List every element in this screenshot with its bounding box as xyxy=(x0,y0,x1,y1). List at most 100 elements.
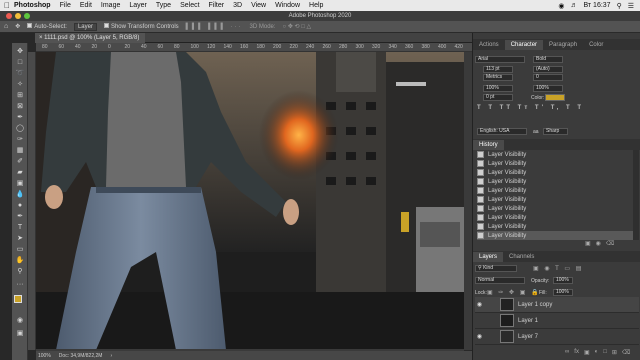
more-tools-icon[interactable]: ··· xyxy=(15,279,25,289)
camera-icon[interactable]: ◉ xyxy=(596,240,601,247)
home-icon[interactable]: ⌂ xyxy=(4,23,8,30)
lasso-icon[interactable]: ➰ xyxy=(15,68,25,78)
tab-layers[interactable]: Layers xyxy=(473,252,504,262)
tab-history[interactable]: History xyxy=(473,140,504,150)
mask-icon[interactable]: ▣ xyxy=(584,349,590,356)
history-item[interactable]: Layer Visibility xyxy=(477,168,633,177)
layer-row-layer-7[interactable]: ◉ Layer 7 xyxy=(475,329,639,345)
snapshot-icon[interactable]: ▣ xyxy=(585,240,591,247)
brush-icon[interactable]: ✑ xyxy=(15,134,25,144)
new-layer-icon[interactable]: ⊞ xyxy=(612,349,617,356)
doc-size[interactable]: Doc: 34,9M/822,2M xyxy=(59,353,103,359)
tab-channels[interactable]: Channels xyxy=(503,252,540,262)
3d-mode-icons[interactable]: ○ ✥ ⟲ □ △ xyxy=(283,23,312,30)
text-color-swatch[interactable] xyxy=(545,94,565,101)
layer-row-layer-1[interactable]: Layer 1 xyxy=(475,313,639,329)
shape-icon[interactable]: ▭ xyxy=(15,244,25,254)
eyedropper-icon[interactable]: ✒ xyxy=(15,112,25,122)
menu-select[interactable]: Select xyxy=(180,2,199,9)
folder-icon[interactable]: □ xyxy=(603,349,607,356)
quick-mask-icon[interactable]: ◉ xyxy=(15,315,25,325)
language-field[interactable]: English: USA xyxy=(477,128,527,135)
document-tab[interactable]: × 1111.psd @ 100% (Layer 5, RGB/8) xyxy=(35,33,146,43)
history-item[interactable]: Layer Visibility xyxy=(477,177,633,186)
history-scrollbar[interactable] xyxy=(633,150,639,240)
align-icons[interactable]: ▌▌▌ ▌▌▌ ··· xyxy=(186,24,243,30)
eye-icon[interactable]: ◉ xyxy=(475,333,484,340)
clock[interactable]: Вт 16:37 xyxy=(583,2,610,9)
vertical-scale-field[interactable]: 100% xyxy=(483,85,513,92)
lock-icons[interactable]: ▣ ✑ ✥ ▣ 🔒 xyxy=(487,289,541,296)
tab-actions[interactable]: Actions xyxy=(473,40,505,50)
history-brush-icon[interactable]: ✐ xyxy=(15,156,25,166)
history-item[interactable]: Layer Visibility xyxy=(477,186,633,195)
auto-select-checkbox[interactable]: Auto-Select: xyxy=(27,23,67,30)
pen-icon[interactable]: ✒ xyxy=(15,211,25,221)
wifi-icon[interactable]: ◉ xyxy=(558,2,564,10)
type-icon[interactable]: T xyxy=(15,222,25,232)
adjustment-icon[interactable]: ◐ xyxy=(595,349,599,356)
apple-icon[interactable]:  xyxy=(0,1,14,10)
screen-mode-icon[interactable]: ▣ xyxy=(15,328,25,338)
kerning-field[interactable]: Metrics xyxy=(483,74,513,81)
tab-color[interactable]: Color xyxy=(583,40,609,50)
menu-type[interactable]: Type xyxy=(156,2,171,9)
type-style-buttons[interactable]: T T TT Tт T' T, T T xyxy=(477,105,584,111)
leading-field[interactable]: (Auto) xyxy=(533,66,563,73)
layer-name[interactable]: Layer 1 xyxy=(518,318,538,324)
horizontal-scale-field[interactable]: 100% xyxy=(533,85,563,92)
minimize-icon[interactable] xyxy=(15,13,21,19)
tab-character[interactable]: Character xyxy=(504,40,544,50)
path-select-icon[interactable]: ➤ xyxy=(15,233,25,243)
menu-layer[interactable]: Layer xyxy=(129,2,147,9)
history-trash-icon[interactable]: ⌫ xyxy=(606,240,614,247)
frame-icon[interactable]: ⊠ xyxy=(15,101,25,111)
quick-select-icon[interactable]: ✧ xyxy=(15,79,25,89)
font-size-field[interactable]: 113 pt xyxy=(483,66,513,73)
status-arrow-icon[interactable]: › xyxy=(110,353,112,359)
layer-name[interactable]: Layer 7 xyxy=(518,334,538,340)
menu-image[interactable]: Image xyxy=(101,2,120,9)
fill-field[interactable]: 100% xyxy=(553,289,573,296)
history-item[interactable]: Layer Visibility xyxy=(477,231,633,240)
move-icon[interactable]: ✥ xyxy=(15,46,25,56)
canvas-vertical-scrollbar[interactable] xyxy=(464,52,472,350)
font-style-field[interactable]: Bold xyxy=(533,56,563,63)
search-icon[interactable]: ⚲ xyxy=(617,2,622,10)
menu-help[interactable]: Help xyxy=(309,2,323,9)
document-canvas[interactable] xyxy=(36,52,464,350)
crop-icon[interactable]: ⊞ xyxy=(15,90,25,100)
menu-edit[interactable]: Edit xyxy=(80,2,92,9)
tracking-field[interactable]: 0 xyxy=(533,74,563,81)
baseline-shift-field[interactable]: 0 pt xyxy=(483,94,513,101)
eraser-icon[interactable]: ▰ xyxy=(15,167,25,177)
move-tool-preset-icon[interactable]: ✥ xyxy=(15,23,20,30)
zoom-level[interactable]: 100% xyxy=(38,353,51,359)
marquee-icon[interactable]: □ xyxy=(15,57,25,67)
menu-app[interactable]: Photoshop xyxy=(14,2,51,9)
zoom-window-icon[interactable] xyxy=(24,13,30,19)
history-item[interactable]: Layer Visibility xyxy=(477,213,633,222)
menu-file[interactable]: File xyxy=(60,2,71,9)
blur-icon[interactable]: 💧 xyxy=(15,189,25,199)
history-item[interactable]: Layer Visibility xyxy=(477,195,633,204)
history-item[interactable]: Layer Visibility xyxy=(477,204,633,213)
menu-3d[interactable]: 3D xyxy=(233,2,242,9)
fx-icon[interactable]: fx xyxy=(574,349,579,356)
menu-list-icon[interactable]: ☰ xyxy=(628,2,634,10)
gradient-icon[interactable]: ▣ xyxy=(15,178,25,188)
tab-paragraph[interactable]: Paragraph xyxy=(543,40,583,50)
sound-icon[interactable]: ♬ xyxy=(570,2,577,9)
layer-kind-filter[interactable]: ⚲ Kind xyxy=(475,265,517,272)
foreground-color-swatch[interactable] xyxy=(14,295,22,303)
link-icon[interactable]: ∞ xyxy=(565,349,569,356)
menu-filter[interactable]: Filter xyxy=(209,2,225,9)
hand-icon[interactable]: ✋ xyxy=(15,255,25,265)
layers-trash-icon[interactable]: ⌫ xyxy=(622,349,630,356)
stamp-icon[interactable]: ▦ xyxy=(15,145,25,155)
layer-name[interactable]: Layer 1 copy xyxy=(518,302,552,308)
menu-window[interactable]: Window xyxy=(275,2,300,9)
blend-mode-field[interactable]: Normal xyxy=(475,277,525,284)
menu-view[interactable]: View xyxy=(251,2,266,9)
eye-icon[interactable]: ◉ xyxy=(475,301,484,308)
